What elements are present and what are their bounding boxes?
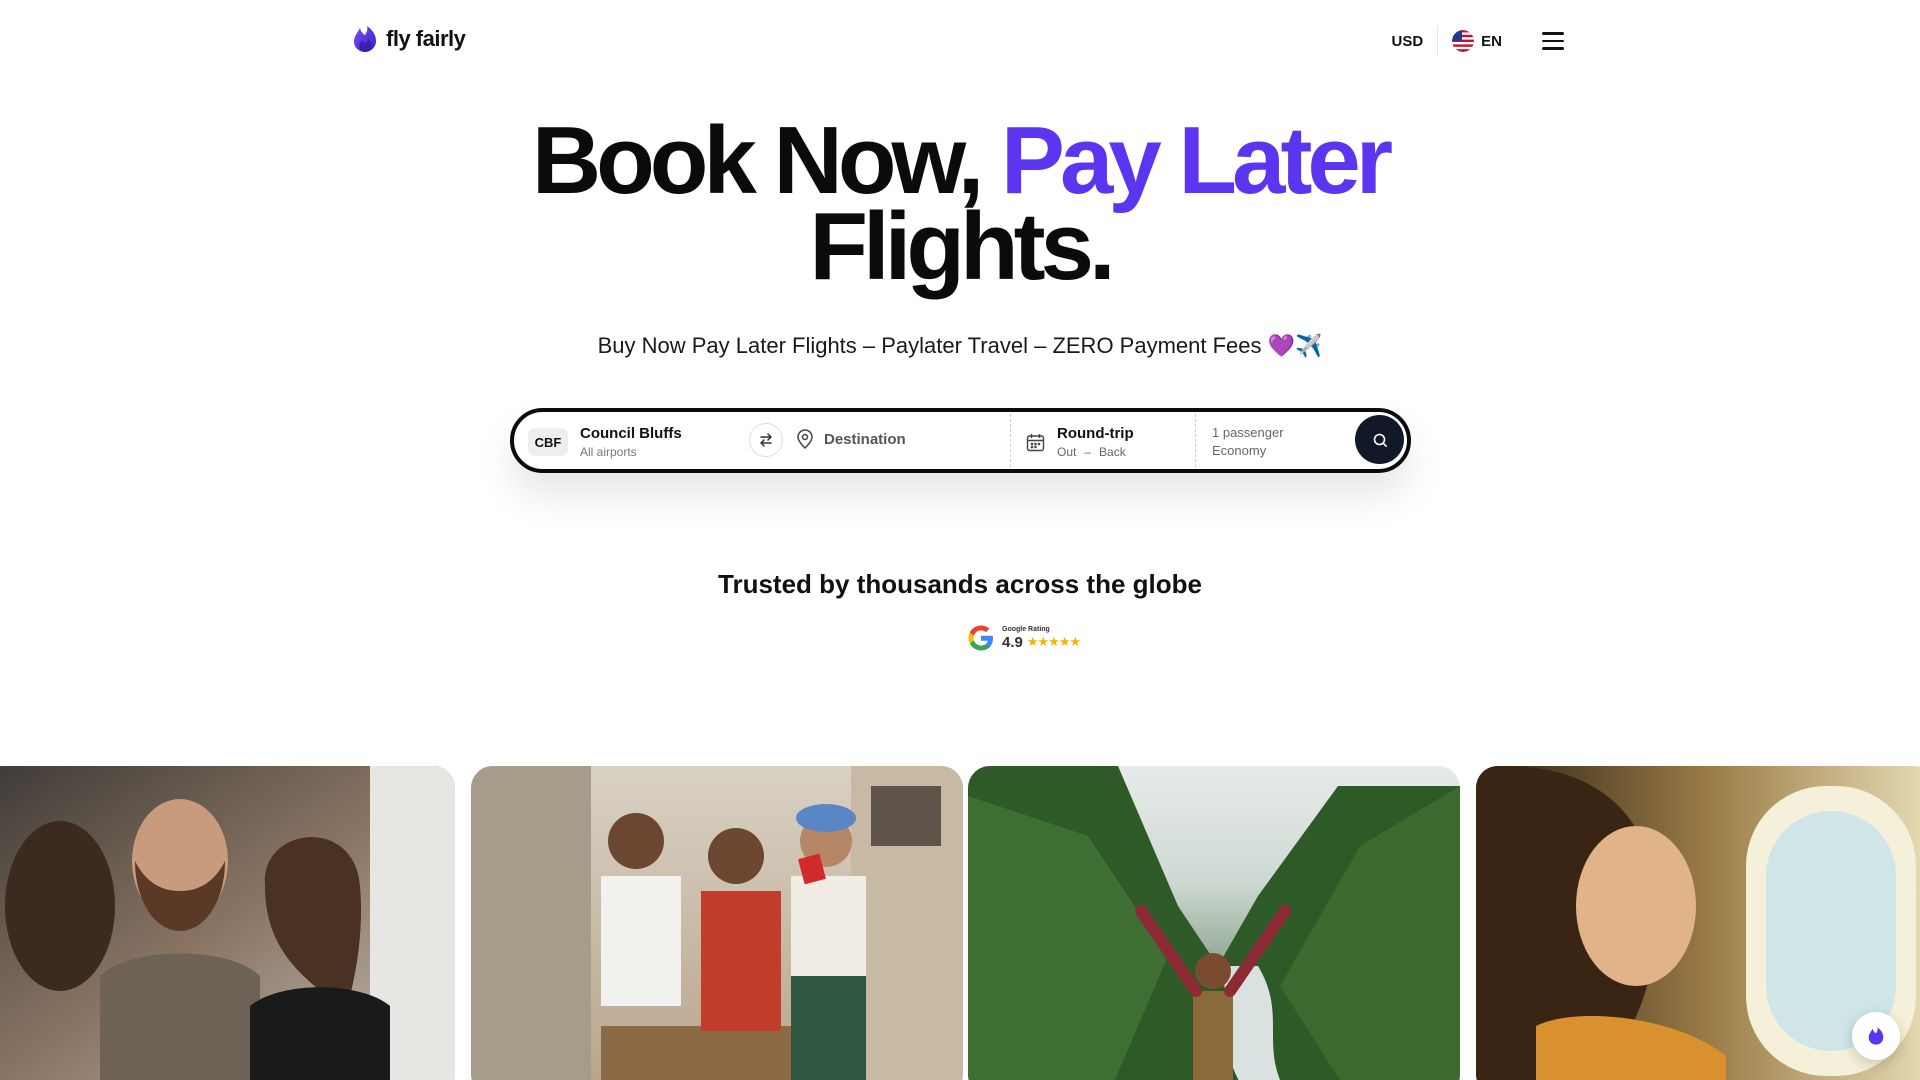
origin-code-badge: CBF <box>528 428 568 456</box>
passenger-count: 1 passenger <box>1212 425 1284 440</box>
header-controls: USD EN <box>1391 26 1564 56</box>
us-flag-icon <box>1452 30 1475 52</box>
chat-widget-button[interactable] <box>1852 1012 1900 1060</box>
swap-arrows-icon[interactable] <box>749 423 783 457</box>
hero-title-part2: Flights. <box>809 193 1115 300</box>
date-separator: – <box>1084 445 1092 459</box>
origin-field[interactable]: CBF Council Bluffs All airports <box>528 425 682 459</box>
hamburger-menu-icon[interactable] <box>1542 32 1564 50</box>
origin-city: Council Bluffs <box>580 425 682 442</box>
flame-logo-icon <box>354 26 376 52</box>
star-icon: ★★★★★ <box>1026 634 1081 649</box>
flight-search-bar: CBF Council Bluffs All airports Destinat… <box>510 408 1411 473</box>
destination-field[interactable]: Destination <box>796 429 906 449</box>
site-header: fly fairly USD EN <box>350 20 1564 58</box>
rating-caption: Google Rating <box>1002 625 1050 633</box>
field-separator <box>1195 414 1196 467</box>
hero-title: Book Now, Pay Later Flights. <box>0 113 1920 295</box>
calendar-icon <box>1026 433 1045 451</box>
language-selector[interactable]: EN <box>1452 30 1502 52</box>
field-separator <box>1010 414 1011 467</box>
google-rating-badge[interactable]: Google Rating 4.9 ★★★★★ <box>966 623 1081 653</box>
brand-name: fly fairly <box>386 26 466 51</box>
date-out: Out <box>1057 445 1077 459</box>
hiker-valley-photo[interactable] <box>968 766 1460 1080</box>
trust-heading: Trusted by thousands across the globe <box>718 569 1202 599</box>
search-button[interactable] <box>1355 415 1404 464</box>
friends-laughing-on-plane-photo[interactable] <box>0 766 455 1080</box>
cabin-class: Economy <box>1212 443 1267 458</box>
passenger-field[interactable]: 1 passenger Economy <box>1212 425 1284 458</box>
search-icon <box>1373 433 1387 447</box>
location-pin-icon <box>797 429 813 449</box>
google-g-icon <box>968 625 993 651</box>
date-back: Back <box>1099 445 1126 459</box>
trip-type: Round-trip <box>1057 425 1134 442</box>
brand-logo[interactable]: fly fairly <box>350 24 466 54</box>
rating-value: 4.9 <box>1002 633 1023 651</box>
hero-subtitle: Buy Now Pay Later Flights – Paylater Tra… <box>597 333 1323 358</box>
chat-logo-icon <box>1868 1027 1884 1045</box>
origin-airports: All airports <box>580 445 637 459</box>
header-divider <box>1437 26 1439 56</box>
language-label: EN <box>1481 32 1502 50</box>
friends-celebrating-street-photo[interactable] <box>471 766 963 1080</box>
currency-selector[interactable]: USD <box>1391 33 1437 50</box>
destination-placeholder: Destination <box>824 430 906 448</box>
date-field[interactable]: Round-trip Out – Back <box>1026 425 1134 459</box>
